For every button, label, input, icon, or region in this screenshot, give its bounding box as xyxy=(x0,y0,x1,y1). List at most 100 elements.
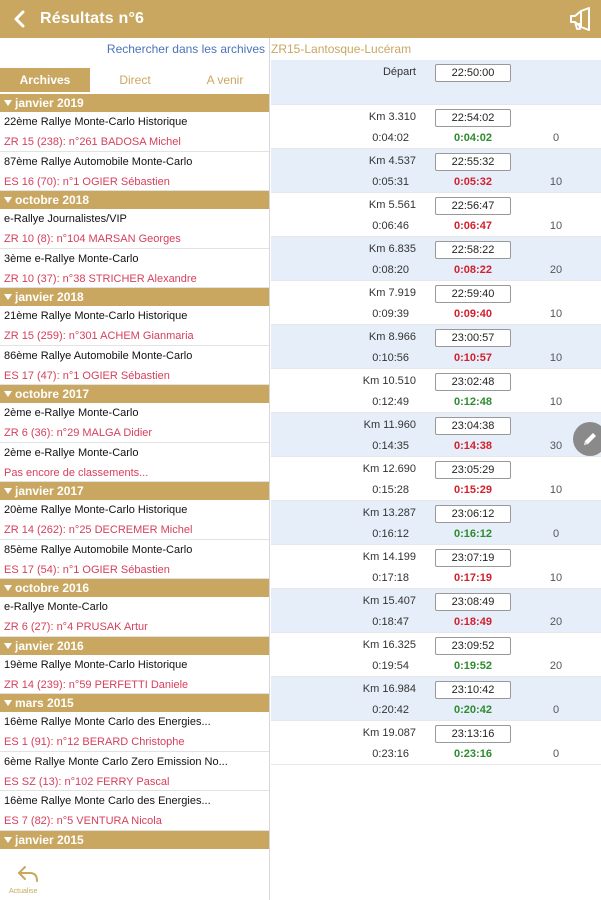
rally-list-item[interactable]: e-Rallye Monte-Carlo ZR 6 (27): n°4 PRUSA… xyxy=(0,597,269,637)
month-label: janvier 2017 xyxy=(15,484,84,498)
back-button[interactable] xyxy=(0,0,40,38)
rally-leader: ZR 15 (238): n°261 BADOSA Michel xyxy=(4,136,181,148)
checkpoint-diff: 0:14:38 xyxy=(454,440,492,452)
depart-row: Départ 22:50:00 xyxy=(271,60,601,105)
rally-name: 85ème Rallye Automobile Monte-Carlo xyxy=(4,543,193,556)
month-header[interactable]: mars 2015 xyxy=(0,694,269,712)
month-header[interactable]: octobre 2017 xyxy=(0,385,269,403)
rally-name: 2ème e-Rallye Monte-Carlo xyxy=(4,446,139,459)
checkpoint-penalty: 20 xyxy=(549,660,563,672)
rally-name: 20ème Rallye Monte-Carlo Historique xyxy=(4,504,188,516)
checkpoint-penalty: 0 xyxy=(552,748,560,760)
checkpoint-row: Km 10.510 23:02:48 0:12:49 0:12:48 10 xyxy=(271,369,601,413)
checkpoint-elapsed: 0:14:35 xyxy=(372,440,409,452)
rally-name: 22ème Rallye Monte-Carlo Historique xyxy=(4,116,188,128)
checkpoint-time: 23:08:49 xyxy=(435,593,511,611)
rally-list-item[interactable]: 87ème Rallye Automobile Monte-Carlo ES 16… xyxy=(0,152,269,191)
results-panel: ZR15-Lantosque-Lucéram Départ 22:50:00 K… xyxy=(271,38,601,900)
rally-name: 87ème Rallye Automobile Monte-Carlo xyxy=(4,155,193,168)
month-header[interactable]: janvier 2017 xyxy=(0,482,269,500)
checkpoint-elapsed: 0:05:31 xyxy=(372,176,409,188)
triangle-down-icon xyxy=(4,100,12,106)
month-header[interactable]: octobre 2018 xyxy=(0,191,269,209)
month-header[interactable]: janvier 2015 xyxy=(0,830,269,849)
rally-list-item[interactable]: 2ème e-Rallye Monte-Carlo Pas encore de c… xyxy=(0,443,269,482)
megaphone-icon[interactable] xyxy=(567,6,593,32)
rally-leader: ES SZ (13): n°102 FERRY Pascal xyxy=(4,775,170,788)
triangle-down-icon xyxy=(4,391,12,397)
edit-button[interactable] xyxy=(573,422,601,456)
checkpoint-diff: 0:23:16 xyxy=(454,748,492,760)
checkpoint-row: Km 7.919 22:59:40 0:09:39 0:09:40 10 xyxy=(271,281,601,325)
rally-leader: ZR 6 (27): n°4 PRUSAK Artur xyxy=(4,621,148,633)
refresh-label: Actualise xyxy=(9,888,38,895)
checkpoint-km: Km 19.087 xyxy=(362,727,416,739)
rally-name: 16ème Rallye Monte Carlo des Energies... xyxy=(4,795,211,807)
tab-a-venir[interactable]: A venir xyxy=(180,68,269,92)
rally-list-item[interactable]: 3ème e-Rallye Monte-Carlo ZR 10 (37): n°3… xyxy=(0,249,269,288)
checkpoint-diff: 0:15:29 xyxy=(454,484,492,496)
checkpoint-row: Km 6.835 22:58:22 0:08:20 0:08:22 20 xyxy=(271,237,601,281)
month-header[interactable]: janvier 2018 xyxy=(0,288,269,306)
checkpoint-diff: 0:05:32 xyxy=(454,176,492,188)
checkpoint-diff: 0:17:19 xyxy=(454,572,492,584)
archive-list: janvier 2019 22ème Rallye Monte-Carlo His… xyxy=(0,94,269,849)
refresh-button[interactable]: Actualise xyxy=(0,856,60,900)
checkpoint-penalty: 10 xyxy=(549,176,563,188)
checkpoint-penalty: 0 xyxy=(552,704,560,716)
result-rows: Départ 22:50:00 Km 3.310 22:54:02 0:04:02 0… xyxy=(271,60,601,765)
rally-list-item[interactable]: 2ème e-Rallye Monte-Carlo ZR 6 (36): n°29… xyxy=(0,403,269,443)
rally-list-item[interactable]: 20ème Rallye Monte-Carlo Historique ZR 14… xyxy=(0,500,269,540)
rally-leader: ZR 14 (239): n°59 PERFETTI Daniele xyxy=(4,678,189,691)
checkpoint-elapsed: 0:08:20 xyxy=(372,264,409,276)
rally-list-item[interactable]: 21ème Rallye Monte-Carlo Historique ZR 15… xyxy=(0,306,269,346)
rally-name: 21ème Rallye Monte-Carlo Historique xyxy=(4,310,188,322)
checkpoint-time: 23:07:19 xyxy=(435,549,511,567)
month-label: janvier 2019 xyxy=(15,96,84,110)
checkpoint-km: Km 13.287 xyxy=(362,507,416,519)
rally-list-item[interactable]: 16ème Rallye Monte Carlo des Energies...… xyxy=(0,712,269,752)
checkpoint-row: Km 14.199 23:07:19 0:17:18 0:17:19 10 xyxy=(271,545,601,589)
checkpoint-km: Km 10.510 xyxy=(362,375,416,387)
rally-leader: ZR 15 (259): n°301 ACHEM Gianmaria xyxy=(4,330,194,342)
tab-archives[interactable]: Archives xyxy=(0,68,90,92)
month-header[interactable]: janvier 2016 xyxy=(0,636,269,655)
tab-direct[interactable]: Direct xyxy=(90,68,180,92)
rally-list-item[interactable]: e-Rallye Journalistes/VIP ZR 10 (8): n°10… xyxy=(0,209,269,249)
checkpoint-km: Km 8.966 xyxy=(368,331,416,343)
rally-list-item[interactable]: 6ème Rallye Monte Carlo Zero Emission No… xyxy=(0,752,269,791)
checkpoint-elapsed: 0:19:54 xyxy=(372,660,409,672)
rally-name: 86ème Rallye Automobile Monte-Carlo xyxy=(4,349,193,362)
checkpoint-km: Km 14.199 xyxy=(362,551,416,563)
checkpoint-row: Km 3.310 22:54:02 0:04:02 0:04:02 0 xyxy=(271,105,601,149)
rally-leader: ES 1 (91): n°12 BERARD Christophe xyxy=(4,736,185,748)
month-header[interactable]: octobre 2016 xyxy=(0,579,269,597)
checkpoint-time: 23:04:38 xyxy=(435,417,511,435)
checkpoint-km: Km 15.407 xyxy=(362,595,416,607)
rally-list-item[interactable]: 22ème Rallye Monte-Carlo Historique ZR 15… xyxy=(0,112,269,152)
checkpoint-diff: 0:04:02 xyxy=(454,132,492,144)
rally-list-item[interactable]: 19ème Rallye Monte-Carlo Historique ZR 14… xyxy=(0,655,269,694)
checkpoint-time: 22:59:40 xyxy=(435,285,511,303)
checkpoint-km: Km 11.960 xyxy=(363,419,416,431)
search-archives-link[interactable]: Rechercher dans les archives xyxy=(0,38,269,60)
checkpoint-penalty: 10 xyxy=(549,484,563,496)
rally-name: 3ème e-Rallye Monte-Carlo xyxy=(4,252,139,265)
rally-list-item[interactable]: 85ème Rallye Automobile Monte-Carlo ES 17… xyxy=(0,540,269,579)
checkpoint-penalty: 0 xyxy=(552,528,560,540)
month-label: janvier 2015 xyxy=(15,832,84,847)
rally-list-item[interactable]: 16ème Rallye Monte Carlo des Energies...… xyxy=(0,791,269,831)
checkpoint-row: Km 11.960 23:04:38 0:14:35 0:14:38 30 xyxy=(271,413,601,457)
archives-panel: Rechercher dans les archives Archives Di… xyxy=(0,38,270,900)
checkpoint-km: Km 4.537 xyxy=(368,155,416,167)
checkpoint-diff: 0:20:42 xyxy=(454,704,492,716)
month-header[interactable]: janvier 2019 xyxy=(0,94,269,112)
rally-leader: ES 16 (70): n°1 OGIER Sébastien xyxy=(4,175,170,188)
checkpoint-elapsed: 0:20:42 xyxy=(372,704,409,716)
checkpoint-penalty: 10 xyxy=(549,352,563,364)
tab-bar: Archives Direct A venir xyxy=(0,68,269,92)
rally-list-item[interactable]: 86ème Rallye Automobile Monte-Carlo ES 17… xyxy=(0,346,269,385)
checkpoint-diff: 0:08:22 xyxy=(454,264,492,276)
checkpoint-time: 22:54:02 xyxy=(435,109,511,127)
checkpoint-diff: 0:19:52 xyxy=(454,660,492,672)
